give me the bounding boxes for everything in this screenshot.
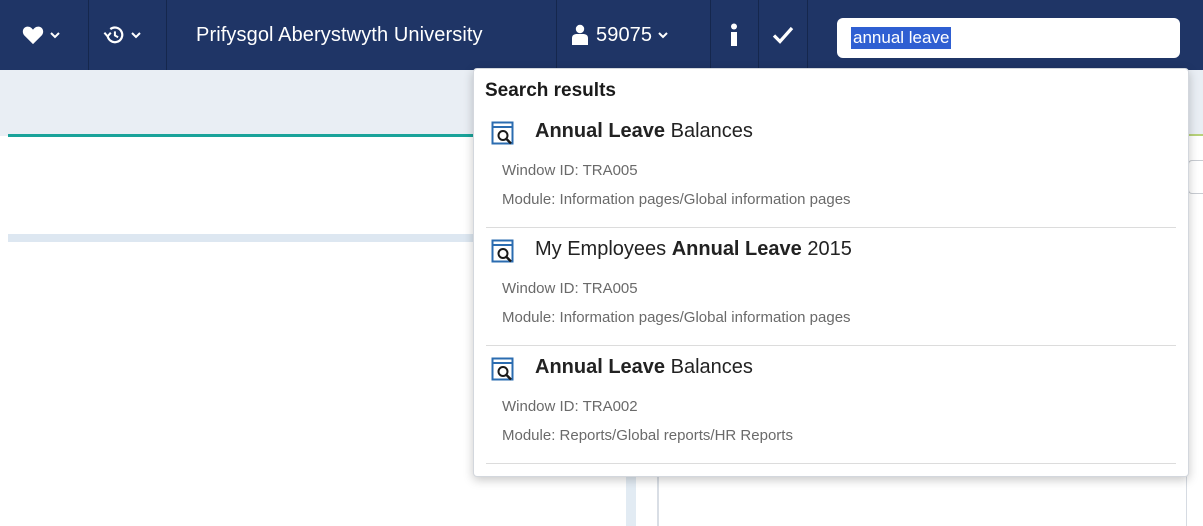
window-search-icon (491, 357, 514, 381)
search-match-highlight: Annual Leave (671, 238, 802, 260)
history-menu[interactable] (103, 0, 141, 70)
search-input[interactable]: annual leave (837, 18, 1180, 58)
accent-divider (8, 134, 478, 137)
window-search-icon (491, 239, 514, 263)
search-match-highlight: Annual Leave (535, 356, 666, 378)
search-results-dropdown: Search results Annual Leave Balances Win… (473, 68, 1189, 477)
user-id: 59075 (596, 23, 653, 46)
search-results-title: Search results (485, 80, 616, 101)
search-result-title: Annual Leave Balances (535, 120, 753, 142)
module-path: Module: Information pages/Global informa… (502, 309, 851, 326)
info-icon (731, 23, 737, 46)
window-search-icon (491, 121, 514, 145)
search-result-title: Annual Leave Balances (535, 356, 753, 378)
window-id: Window ID: TRA005 (502, 280, 638, 297)
window-id: Window ID: TRA005 (502, 162, 638, 179)
organisation-name-label: Prifysgol Aberystwyth University (196, 23, 483, 46)
top-navigation-bar: Prifysgol Aberystwyth University 59075 a… (0, 0, 1203, 70)
history-icon (103, 26, 124, 44)
info-button[interactable] (729, 0, 739, 70)
search-result-item[interactable]: Annual Leave Balances Window ID: TRA005 … (474, 110, 1188, 228)
window-id: Window ID: TRA002 (502, 398, 638, 415)
search-result-item[interactable]: My Employees Annual Leave 2015 Window ID… (474, 228, 1188, 346)
person-icon (572, 24, 588, 45)
tasks-button[interactable] (772, 0, 794, 70)
search-input-value: annual leave (851, 27, 952, 49)
search-result-item[interactable]: Annual Leave Balances Window ID: TRA002 … (474, 346, 1188, 464)
chevron-down-icon (658, 32, 668, 39)
organisation-name[interactable]: Prifysgol Aberystwyth University (196, 0, 483, 70)
module-path: Module: Reports/Global reports/HR Report… (502, 427, 793, 444)
search-match-highlight: Annual Leave (535, 120, 666, 142)
user-menu[interactable]: 59075 (571, 0, 668, 70)
module-path: Module: Information pages/Global informa… (502, 191, 851, 208)
chevron-down-icon (50, 32, 60, 39)
heart-icon (22, 26, 44, 45)
chevron-down-icon (131, 32, 141, 39)
checkmark-icon (772, 26, 794, 44)
search-result-title: My Employees Annual Leave 2015 (535, 238, 852, 260)
favourites-menu[interactable] (22, 0, 60, 70)
panel-control-edge[interactable] (1188, 160, 1203, 194)
result-divider (486, 463, 1176, 464)
